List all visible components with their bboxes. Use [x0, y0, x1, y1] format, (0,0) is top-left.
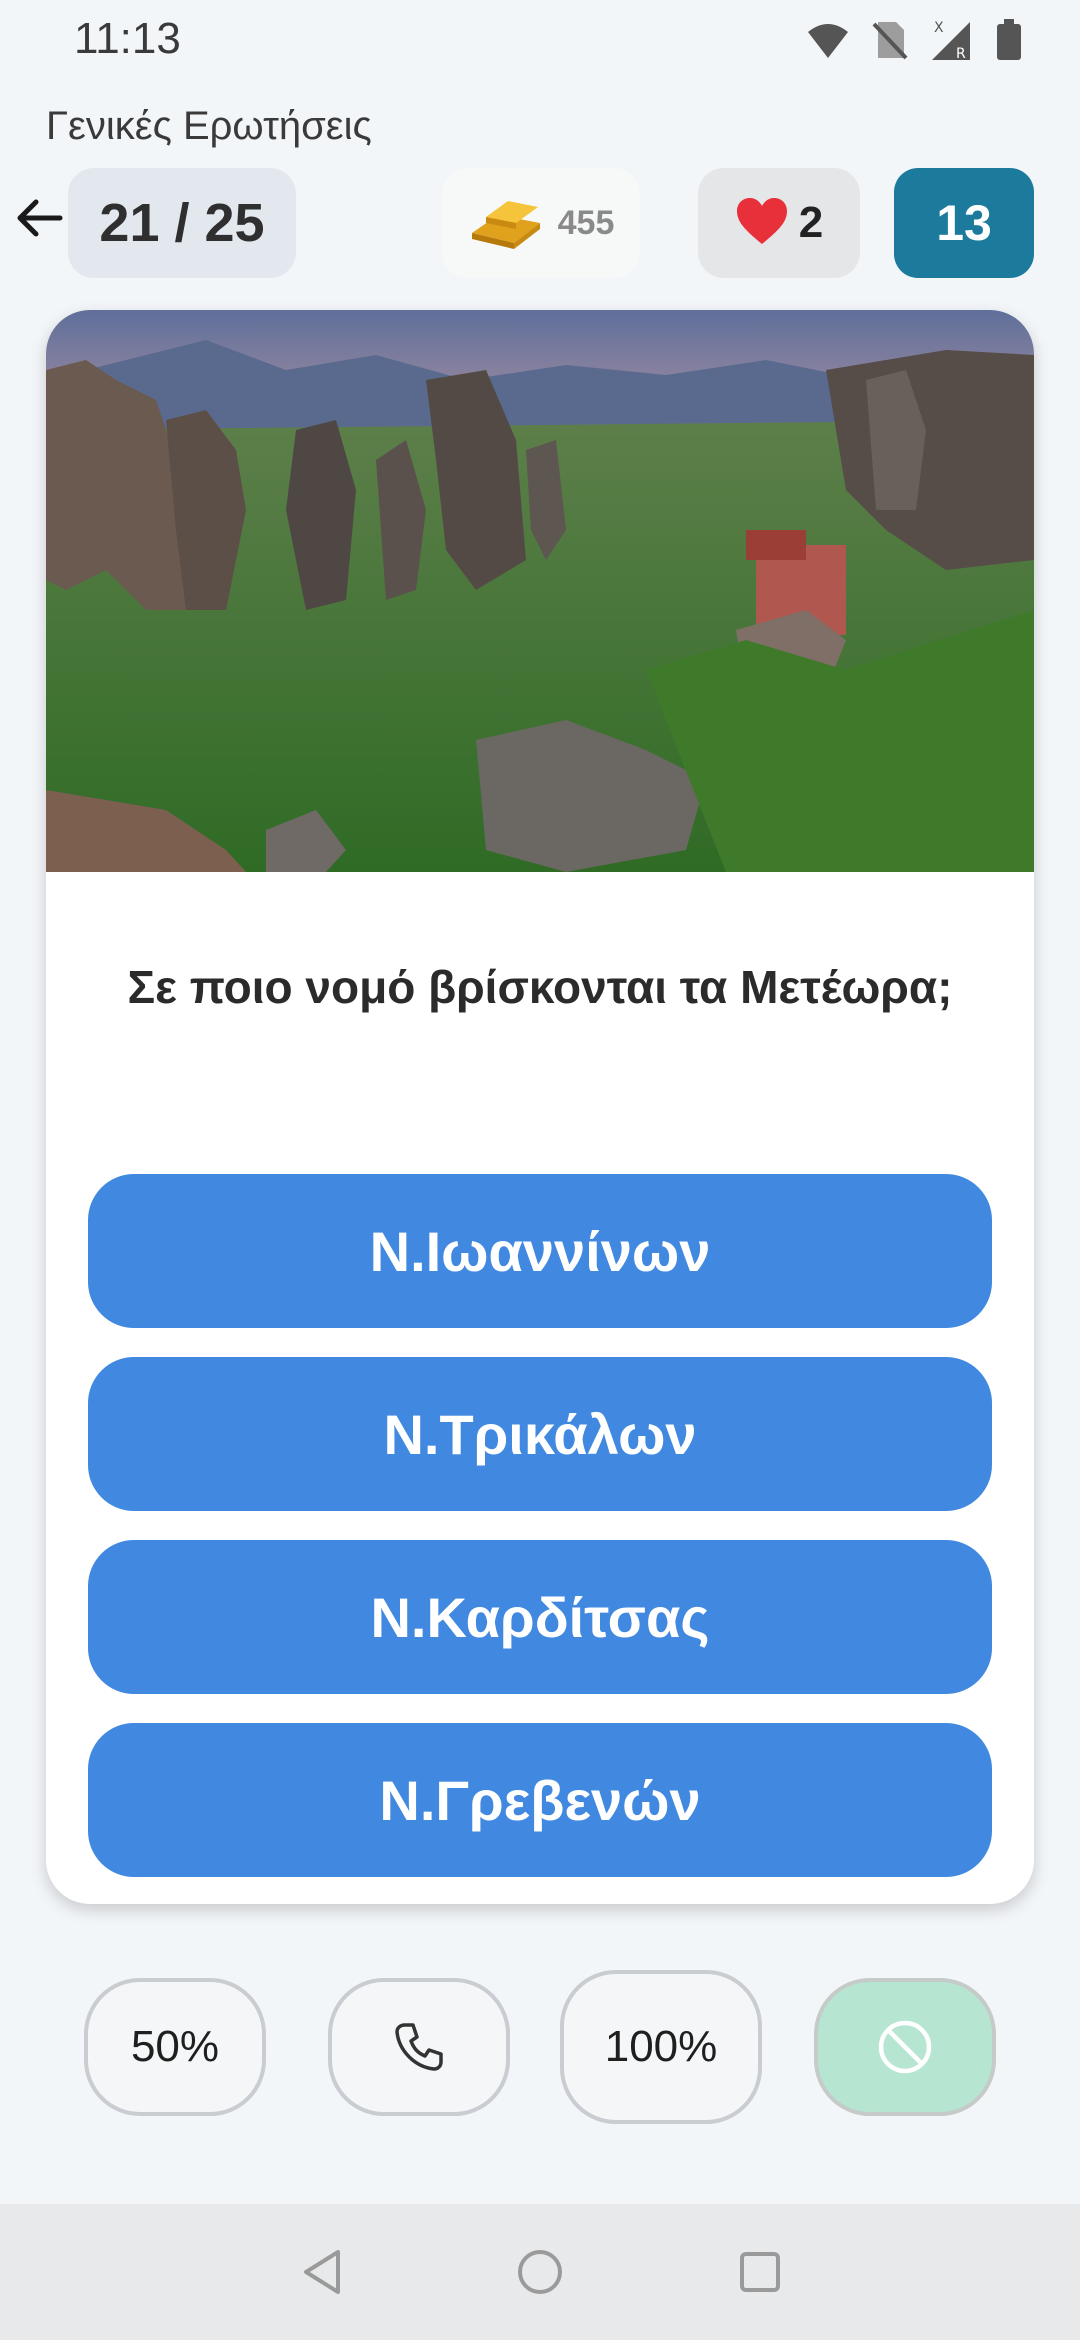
question-card: Σε ποιο νομό βρίσκονται τα Μετέωρα; Ν.Ιω…: [46, 310, 1034, 1904]
block-icon: [878, 2020, 932, 2074]
lives-value: 2: [798, 198, 824, 247]
fifty-fifty-button[interactable]: 50%: [84, 1978, 266, 2116]
status-time: 11:13: [74, 14, 181, 63]
nav-back-button[interactable]: [294, 2244, 350, 2300]
heart-icon: [735, 196, 789, 251]
phone-friend-button[interactable]: [328, 1978, 510, 2116]
back-button[interactable]: [12, 190, 68, 246]
arrow-left-icon: [17, 199, 63, 237]
battery-icon: [996, 19, 1022, 61]
status-icons: XR: [806, 18, 1022, 62]
system-navigation-bar: [0, 2204, 1080, 2340]
category-title: Γενικές Ερωτήσεις: [46, 104, 372, 148]
question-text: Σε ποιο νομό βρίσκονται τα Μετέωρα;: [127, 961, 953, 1013]
answer-button-1[interactable]: Ν.Ιωαννίνων: [88, 1174, 992, 1328]
home-circle-icon: [518, 2250, 562, 2294]
timer-badge: 13: [894, 168, 1034, 278]
no-sim-icon: [872, 20, 908, 60]
question-image: [46, 310, 1034, 872]
question-counter: 21 / 25: [68, 168, 296, 278]
gold-bars-icon: [468, 193, 544, 254]
answer-button-3[interactable]: Ν.Καρδίτσας: [88, 1540, 992, 1694]
coins-badge: 455: [442, 168, 640, 278]
lives-badge: 2: [698, 168, 860, 278]
skip-button[interactable]: [814, 1978, 996, 2116]
answer-button-4[interactable]: Ν.Γρεβενών: [88, 1723, 992, 1877]
back-triangle-icon: [304, 2250, 340, 2294]
coins-value: 455: [557, 203, 615, 242]
signal-roaming-icon: XR: [930, 18, 974, 62]
recents-square-icon: [740, 2252, 780, 2292]
answer-button-2[interactable]: Ν.Τρικάλων: [88, 1357, 992, 1511]
nav-home-button[interactable]: [512, 2244, 568, 2300]
status-bar: 11:13 XR: [0, 0, 1080, 80]
svg-text:X: X: [934, 20, 944, 36]
hundred-percent-button[interactable]: 100%: [560, 1970, 762, 2124]
svg-text:R: R: [956, 46, 966, 62]
nav-recents-button[interactable]: [732, 2244, 788, 2300]
phone-icon: [395, 2023, 443, 2071]
wifi-icon: [806, 20, 850, 60]
